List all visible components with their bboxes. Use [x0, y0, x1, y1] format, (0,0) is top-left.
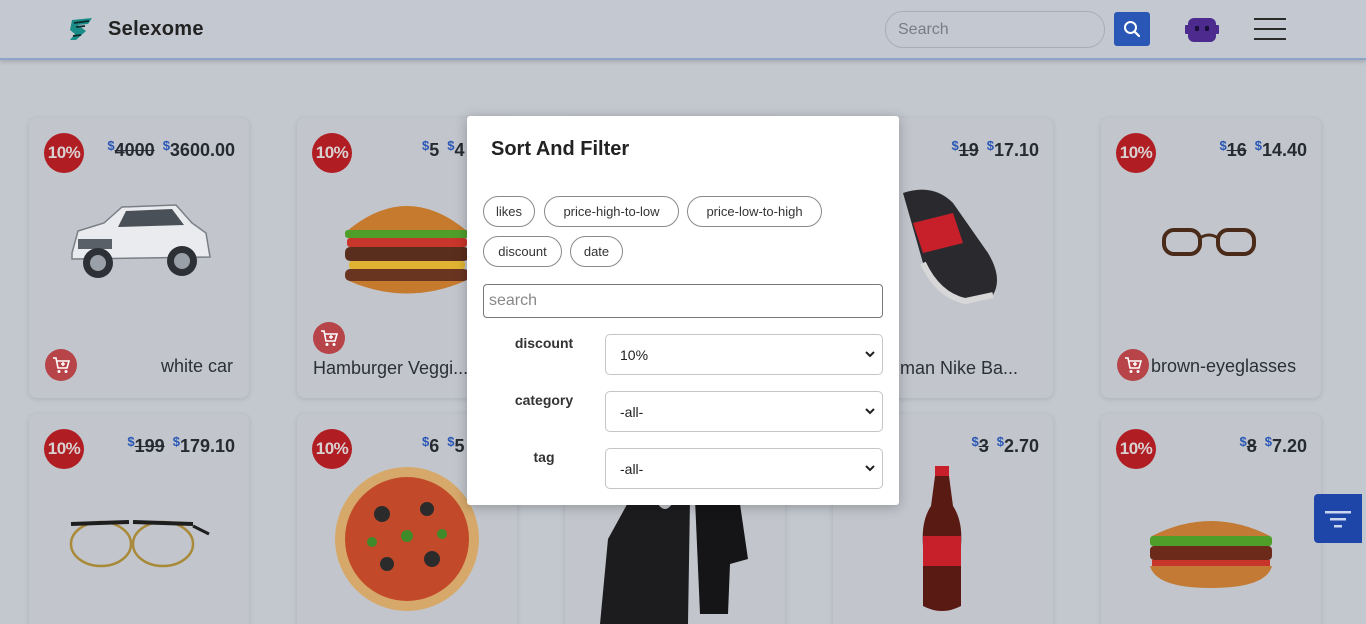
chevron-down-icon — [865, 408, 875, 415]
sort-chip-likes[interactable]: likes — [483, 196, 535, 227]
category-filter-label: category — [514, 392, 574, 408]
category-select[interactable]: -all- — [605, 391, 883, 432]
category-select-value: -all- — [620, 403, 644, 420]
discount-select-value: 10% — [620, 346, 649, 363]
sort-chip-price-low-to-high[interactable]: price-low-to-high — [687, 196, 822, 227]
sort-chip-discount[interactable]: discount — [483, 236, 562, 267]
filter-search-input[interactable] — [483, 284, 883, 318]
tag-select[interactable]: -all- — [605, 448, 883, 489]
sort-chip-price-high-to-low[interactable]: price-high-to-low — [544, 196, 679, 227]
tag-filter-label: tag — [533, 449, 555, 465]
chevron-down-icon — [865, 351, 875, 358]
discount-select[interactable]: 10% — [605, 334, 883, 375]
sort-chip-date[interactable]: date — [570, 236, 623, 267]
modal-title: Sort And Filter — [491, 138, 630, 160]
sort-filter-modal: Sort And Filter likes price-high-to-low … — [467, 116, 899, 505]
discount-filter-label: discount — [514, 335, 574, 351]
chevron-down-icon — [865, 465, 875, 472]
tag-select-value: -all- — [620, 460, 644, 477]
